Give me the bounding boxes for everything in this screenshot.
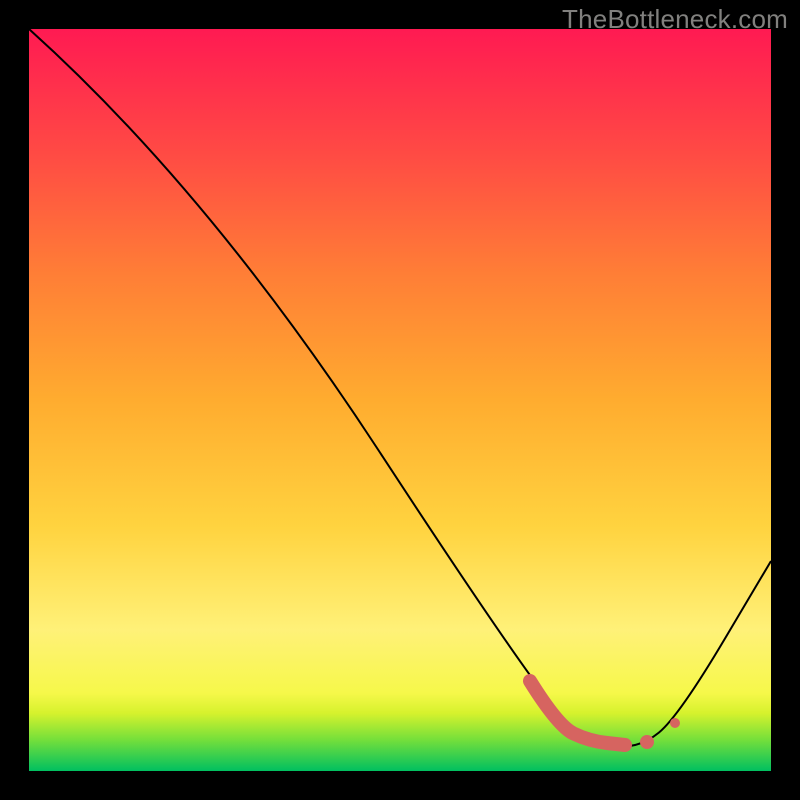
point-highlight-dot-1 — [640, 735, 654, 749]
chart-canvas — [29, 29, 771, 771]
chart-frame — [29, 29, 771, 771]
point-highlight-dot-2 — [670, 718, 680, 728]
